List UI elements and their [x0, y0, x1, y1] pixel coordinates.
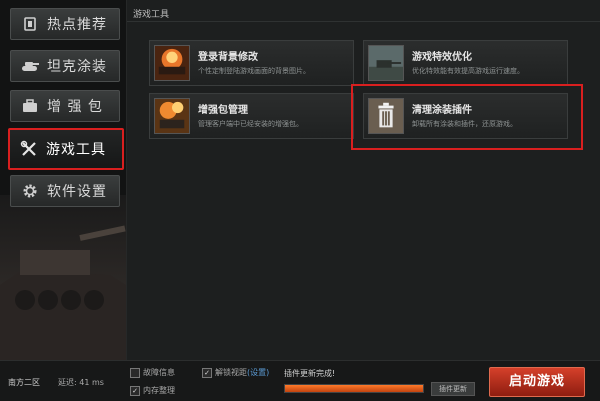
- tank-background-image: [0, 195, 126, 360]
- sidebar: 热点推荐 坦克涂装 增 强 包 游戏工具 软件设置: [0, 0, 127, 360]
- progress-fill: [285, 385, 423, 392]
- checkbox-checked-icon[interactable]: ✓: [202, 367, 212, 378]
- launch-game-button[interactable]: 启动游戏: [489, 367, 585, 397]
- tank-thumbnail-icon: [368, 45, 404, 81]
- checkbox-label: 故障信息: [143, 368, 175, 377]
- sidebar-item-tank-skins[interactable]: 坦克涂装: [10, 50, 120, 82]
- selection-highlight: [351, 84, 583, 150]
- plugin-update-button[interactable]: 插件更新: [431, 382, 475, 396]
- sidebar-item-enhancement-pack[interactable]: 增 强 包: [10, 90, 120, 122]
- sidebar-item-game-tools[interactable]: 游戏工具: [8, 128, 124, 170]
- sidebar-item-label: 坦克涂装: [47, 59, 107, 75]
- tool-title: 游戏特效优化: [412, 52, 472, 63]
- fault-info-checkbox[interactable]: 故障信息: [130, 367, 175, 378]
- memory-cleanup-checkbox[interactable]: ✓ 内存整理: [130, 385, 175, 396]
- latency-readout: 延迟: 41 ms: [58, 378, 104, 387]
- main-panel: 游戏工具 登录背景修改 个性定制登陆游戏画面的背景图片。 游戏特效优化 优化特效…: [127, 0, 600, 360]
- tool-enhancement-manager[interactable]: 增强包管理 管理客户端中已经安装的增强包。: [149, 93, 354, 139]
- tool-description: 管理客户端中已经安装的增强包。: [198, 120, 303, 128]
- tool-title: 增强包管理: [198, 105, 248, 116]
- update-status: 插件更新完成!: [284, 369, 336, 378]
- explosion-tank-thumbnail-icon: [154, 98, 190, 134]
- tool-login-background[interactable]: 登录背景修改 个性定制登陆游戏画面的背景图片。: [149, 40, 354, 86]
- tool-description: 个性定制登陆游戏画面的背景图片。: [198, 67, 310, 75]
- bottom-bar: 南方二区 延迟: 41 ms 故障信息 ✓ 内存整理 ✓ 解锁视距 (设置) 插…: [0, 360, 600, 401]
- sidebar-item-label: 软件设置: [47, 184, 107, 200]
- fire-tank-thumbnail-icon: [154, 45, 190, 81]
- tank-icon: [21, 57, 39, 75]
- checkbox-label: 解锁视距: [215, 368, 247, 377]
- sidebar-item-hot-recommend[interactable]: 热点推荐: [10, 8, 120, 40]
- tool-title: 登录背景修改: [198, 52, 258, 63]
- page-title: 游戏工具: [133, 10, 170, 20]
- view-settings-link[interactable]: (设置): [247, 367, 269, 378]
- briefcase-icon: [21, 97, 39, 115]
- monitor-icon: [21, 15, 39, 33]
- unlock-view-checkbox[interactable]: ✓ 解锁视距 (设置): [202, 367, 269, 378]
- update-progress-bar: [284, 384, 424, 393]
- checkbox-icon[interactable]: [130, 367, 140, 378]
- sidebar-item-label: 游戏工具: [46, 142, 106, 158]
- sidebar-item-label: 热点推荐: [47, 17, 107, 33]
- tool-effects-optimize[interactable]: 游戏特效优化 优化特效能有效提高游戏运行速度。: [363, 40, 568, 86]
- gear-icon: [21, 182, 39, 200]
- sidebar-item-software-settings[interactable]: 软件设置: [10, 175, 120, 207]
- title-divider: [127, 21, 600, 22]
- server-name[interactable]: 南方二区: [8, 377, 40, 388]
- tool-description: 优化特效能有效提高游戏运行速度。: [412, 67, 524, 75]
- checkbox-checked-icon[interactable]: ✓: [130, 385, 140, 396]
- tools-icon: [20, 140, 38, 158]
- sidebar-item-label: 增 强 包: [47, 99, 103, 115]
- checkbox-label: 内存整理: [143, 386, 175, 395]
